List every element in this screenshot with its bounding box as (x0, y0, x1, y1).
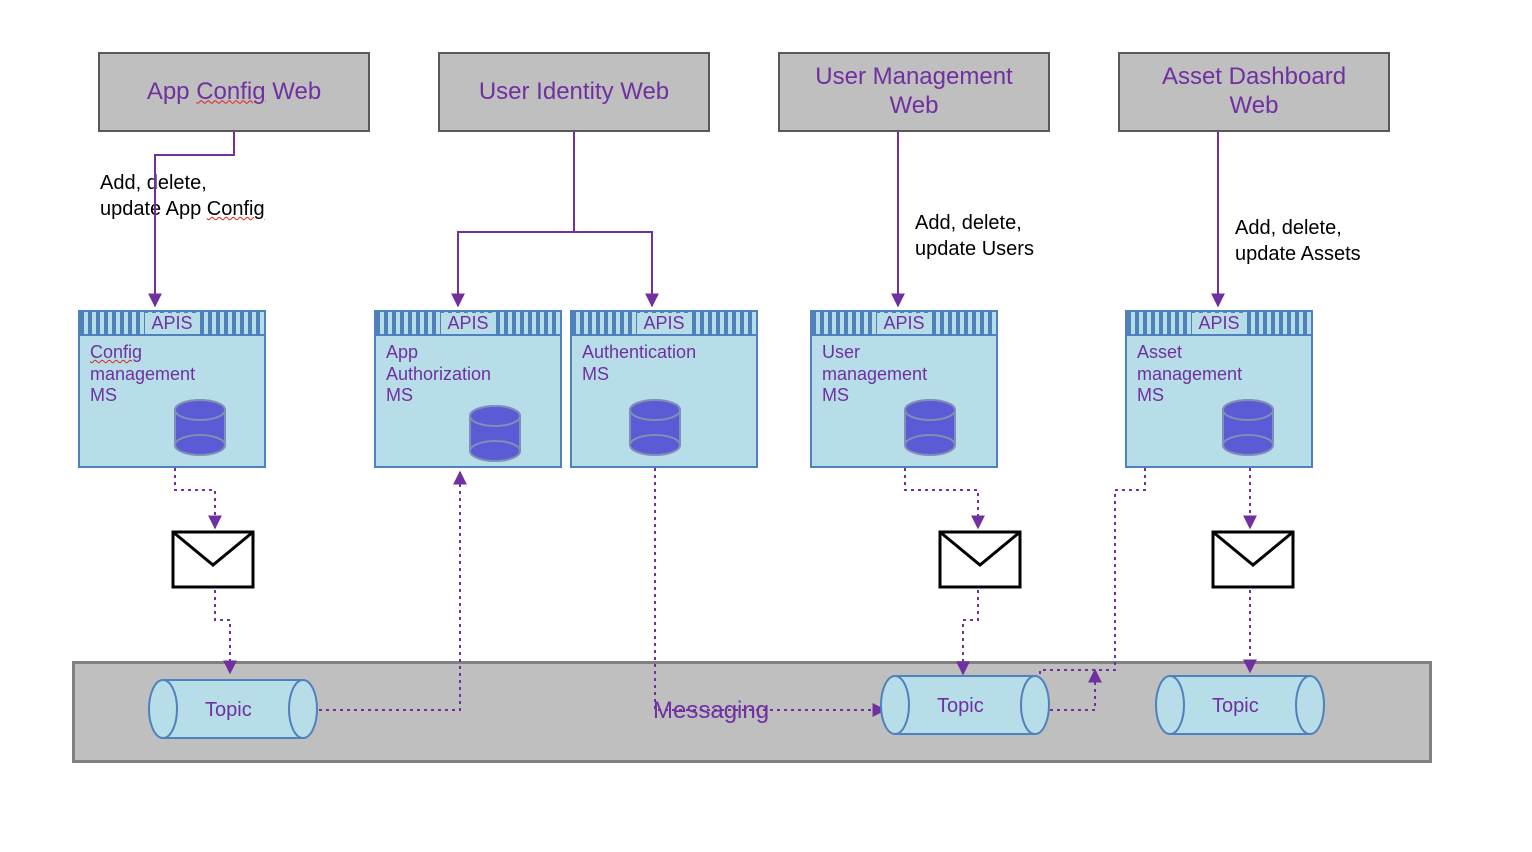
envelope-icon (1213, 532, 1293, 587)
ms-body: Authentication MS (572, 336, 756, 391)
ms-body: User management MS (812, 336, 996, 413)
ms-box-asset: APIS Asset management MS (1125, 310, 1313, 468)
wavy-text: Config (196, 78, 265, 105)
web-box-label: App Config Web (147, 78, 321, 107)
ms-box-user: APIS User management MS (810, 310, 998, 468)
ms-header: APIS (812, 312, 996, 336)
dotted-arrow (175, 468, 215, 528)
web-box-app-config: App Config Web (98, 52, 370, 132)
web-box-user-identity: User Identity Web (438, 52, 710, 132)
wavy-text: Config (207, 198, 265, 220)
ms-body: Config management MS (80, 336, 264, 413)
ms-header: APIS (572, 312, 756, 336)
web-box-user-mgmt: User Management Web (778, 52, 1050, 132)
edge-label-app-config: Add, delete, update App Config (100, 170, 265, 222)
ms-header: APIS (376, 312, 560, 336)
web-box-label: User Identity Web (479, 78, 669, 107)
ms-header: APIS (80, 312, 264, 336)
web-box-label: User Management Web (815, 63, 1012, 121)
messaging-label: Messaging (653, 697, 769, 725)
ms-box-authz: APIS App Authorization MS (374, 310, 562, 468)
edge-label-assets: Add, delete, update Assets (1235, 215, 1361, 267)
edge-label-users: Add, delete, update Users (915, 210, 1034, 262)
web-box-label: Asset Dashboard Web (1162, 63, 1346, 121)
ms-box-config: APIS Config management MS (78, 310, 266, 468)
arrow (574, 132, 652, 306)
arrow (458, 132, 574, 306)
dotted-arrow (905, 468, 978, 528)
ms-body: App Authorization MS (376, 336, 560, 413)
ms-box-authn: APIS Authentication MS (570, 310, 758, 468)
web-box-asset-dash: Asset Dashboard Web (1118, 52, 1390, 132)
envelope-icon (173, 532, 253, 587)
ms-body: Asset management MS (1127, 336, 1311, 413)
envelope-icon (940, 532, 1020, 587)
ms-header: APIS (1127, 312, 1311, 336)
